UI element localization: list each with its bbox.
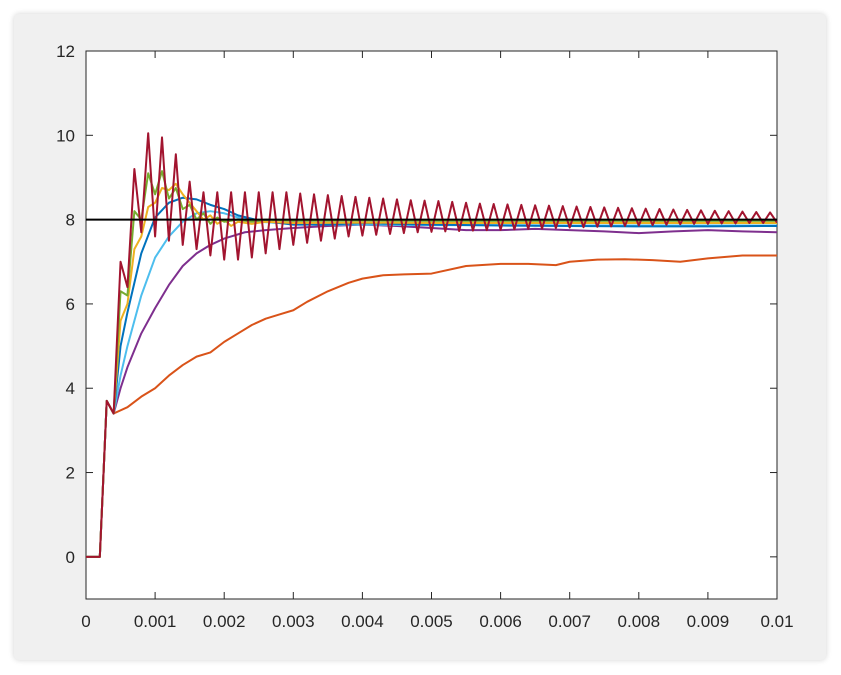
x-tick-label: 0.008	[618, 612, 661, 631]
x-tick-label: 0.004	[341, 612, 384, 631]
y-tick-label: 4	[66, 379, 75, 398]
y-tick-label: 6	[66, 295, 75, 314]
x-tick-label: 0.002	[203, 612, 246, 631]
y-tick-label: 10	[56, 126, 75, 145]
x-tick-label: 0	[81, 612, 90, 631]
y-tick-label: 0	[66, 548, 75, 567]
y-tick-label: 12	[56, 42, 75, 61]
x-axis-tick-labels: 0 0.001 0.002 0.003 0.004 0.005 0.006 0.007 0.00…	[81, 612, 793, 631]
y-tick-label: 8	[66, 211, 75, 230]
x-tick-label: 0.003	[272, 612, 315, 631]
x-tick-label: 0.01	[760, 612, 793, 631]
plot-area	[85, 50, 778, 600]
x-tick-label: 0.001	[134, 612, 177, 631]
x-tick-label: 0.007	[548, 612, 591, 631]
x-tick-label: 0.006	[479, 612, 522, 631]
y-axis-tick-labels: 0 2 4 6 8 10 12	[56, 42, 75, 567]
y-tick-label: 2	[66, 464, 75, 483]
x-tick-label: 0.009	[687, 612, 730, 631]
line-chart: 0 0.001 0.002 0.003 0.004 0.005 0.006 0.007 0.00…	[56, 42, 793, 631]
x-tick-label: 0.005	[410, 612, 453, 631]
